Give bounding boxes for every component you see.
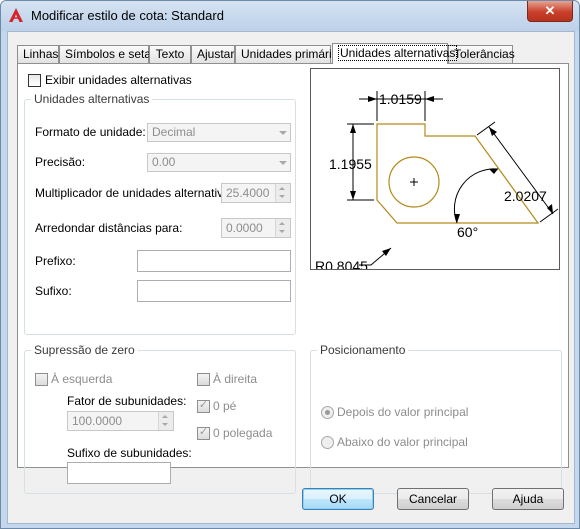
zero-feet-label: 0 pé (213, 399, 237, 413)
dim-radius-label: R0.8045 (315, 258, 368, 269)
dim-top-label: 1.0159 (379, 91, 422, 107)
tab-texto[interactable]: Texto (149, 45, 191, 63)
round-distances-value: 0.0000 (226, 221, 263, 235)
placement-title: Posicionamento (317, 343, 409, 357)
tab-ajustar[interactable]: Ajustar (191, 45, 235, 63)
tab-label: Tolerâncias (454, 47, 515, 61)
zero-inches-checkbox[interactable]: ✓ (197, 426, 210, 440)
show-alt-units-checkbox[interactable] (28, 74, 41, 87)
below-primary-radio[interactable] (321, 436, 334, 449)
zero-suppression-group: Supressão de zero À esquerda Fator de su… (24, 343, 296, 494)
unit-format-label: Formato de unidade: (35, 125, 146, 139)
zero-suppression-title: Supressão de zero (31, 343, 138, 357)
close-button[interactable]: ✕ (527, 1, 573, 22)
spinner-buttons[interactable] (275, 184, 290, 202)
zero-inches-label: 0 polegada (213, 426, 273, 440)
dim-right-label: 2.0207 (504, 188, 547, 204)
tab-simbolos-e-setas[interactable]: Símbolos e setas (59, 45, 157, 63)
after-primary-radio[interactable] (321, 406, 334, 419)
dialog-title: Modificar estilo de cota: Standard (31, 8, 224, 23)
spin-up-icon (279, 222, 285, 225)
prefix-input[interactable] (137, 250, 291, 272)
dimension-preview: 1.0159 1.1955 2.0207 60° R0.8045 (310, 68, 560, 274)
tab-unidades-alternativas[interactable]: Unidades alternativas (332, 43, 458, 64)
tab-label: Unidades alternativas (338, 45, 458, 61)
dialog-client-area: Linhas Símbolos e setas Texto Ajustar Un… (7, 31, 575, 524)
tab-unidades-primarias[interactable]: Unidades primárias (235, 45, 344, 63)
round-distances-spinner[interactable]: 0.0000 (221, 218, 291, 238)
tab-label: Símbolos e setas (65, 47, 158, 61)
dialog-window: Modificar estilo de cota: Standard ✕ Lin… (0, 0, 580, 529)
spin-down-icon (279, 195, 285, 198)
spinner-buttons[interactable] (275, 219, 290, 237)
subunit-suffix-label: Sufixo de subunidades: (67, 446, 192, 460)
trailing-zero-label: À direita (213, 372, 258, 386)
spin-up-icon (162, 415, 168, 418)
part-outline (376, 123, 540, 224)
help-button[interactable]: Ajuda (492, 488, 564, 510)
tab-label: Linhas (23, 47, 59, 61)
subunit-factor-label: Fator de subunidades: (67, 394, 187, 408)
tab-label: Texto (155, 47, 185, 61)
title-bar: Modificar estilo de cota: Standard ✕ (1, 1, 579, 31)
cancel-button[interactable]: Cancelar (397, 488, 469, 510)
subunit-suffix-input[interactable] (67, 462, 171, 484)
spin-up-icon (279, 187, 285, 190)
ok-button[interactable]: OK (302, 488, 374, 510)
radio-selected-dot (325, 410, 330, 415)
unit-format-dropdown[interactable]: Decimal (147, 123, 291, 142)
unit-format-value: Decimal (152, 125, 196, 139)
leading-zero-label: À esquerda (51, 372, 113, 386)
chevron-down-icon (279, 131, 287, 135)
tab-label: Ajustar (197, 47, 235, 61)
tab-tolerancias[interactable]: Tolerâncias (448, 45, 515, 63)
tab-linhas[interactable]: Linhas (17, 45, 59, 63)
tab-label: Unidades primárias (241, 47, 345, 61)
prefix-label: Prefixo: (35, 254, 76, 268)
leading-zero-checkbox[interactable] (35, 373, 48, 386)
tab-panel: Exibir unidades alternativas Unidades al… (17, 63, 569, 494)
alt-units-group: Unidades alternativas Formato de unidade… (24, 92, 296, 335)
precision-dropdown[interactable]: 0.00 (147, 153, 291, 172)
chevron-down-icon (279, 161, 287, 165)
spinner-buttons[interactable] (158, 412, 173, 430)
zero-feet-checkbox[interactable]: ✓ (197, 399, 210, 413)
round-distances-label: Arredondar distâncias para: (35, 221, 183, 235)
trailing-zero-checkbox[interactable] (197, 373, 210, 386)
precision-label: Precisão: (35, 155, 86, 169)
below-primary-label: Abaixo do valor principal (337, 435, 468, 449)
dim-angle-label: 60° (457, 224, 478, 240)
checkmark-icon: ✓ (198, 426, 209, 438)
suffix-input[interactable] (137, 280, 291, 302)
multiplier-value: 25.4000 (226, 186, 270, 200)
placement-group: Posicionamento Depois do valor principal… (310, 343, 562, 494)
precision-value: 0.00 (152, 155, 176, 169)
subunit-factor-value: 100.0000 (72, 414, 123, 428)
preview-drawing: 1.0159 1.1955 2.0207 60° R0.8045 (315, 91, 559, 274)
subunit-factor-spinner[interactable]: 100.0000 (67, 411, 174, 431)
alt-units-group-title: Unidades alternativas (31, 92, 153, 106)
show-alt-units-label: Exibir unidades alternativas (45, 73, 192, 87)
dim-left-label: 1.1955 (329, 156, 372, 172)
checkmark-icon: ✓ (198, 399, 209, 411)
suffix-label: Sufixo: (35, 284, 72, 298)
multiplier-label: Multiplicador de unidades alternativas: (35, 186, 240, 200)
after-primary-label: Depois do valor principal (337, 405, 469, 419)
spin-down-icon (279, 230, 285, 233)
spin-down-icon (162, 423, 168, 426)
autocad-logo-icon (9, 8, 23, 22)
multiplier-spinner[interactable]: 25.4000 (221, 183, 291, 203)
